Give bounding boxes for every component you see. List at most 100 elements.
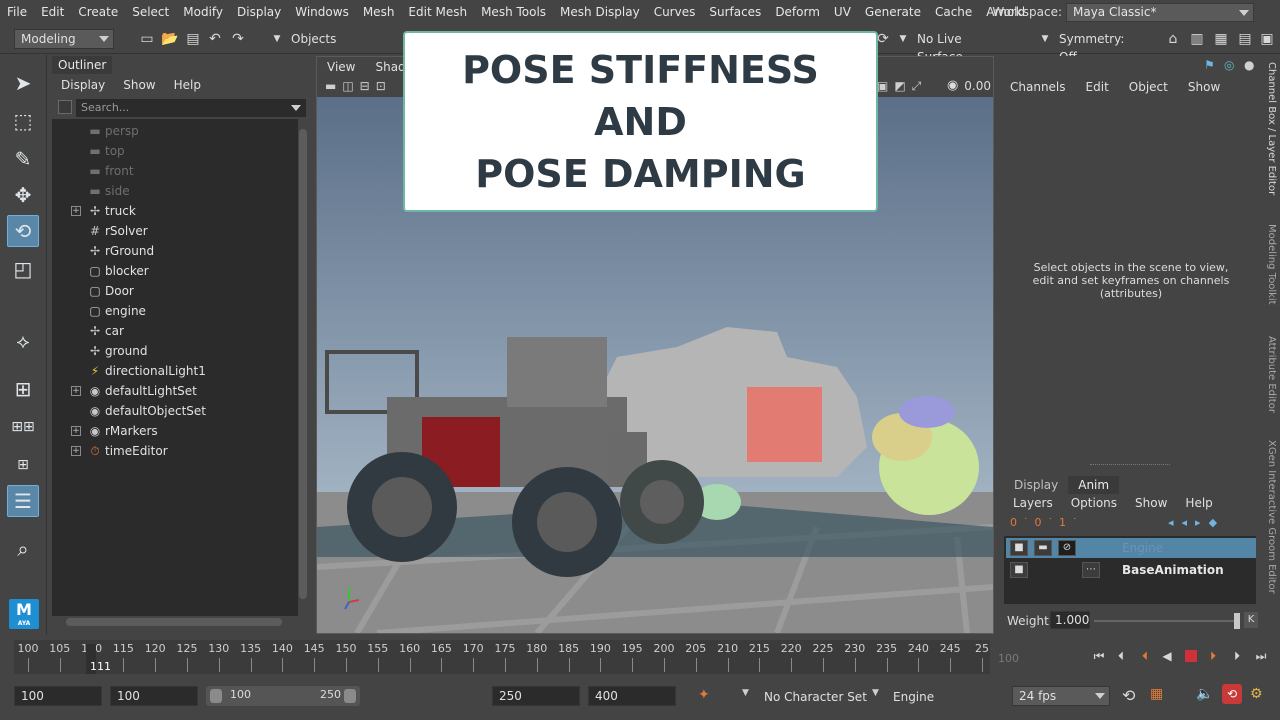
anim-layer-field[interactable]: Engine — [893, 690, 934, 704]
menu-file[interactable]: File — [0, 0, 34, 24]
menu-create[interactable]: Create — [71, 0, 125, 24]
outliner-vertical-scrollbar[interactable] — [298, 119, 308, 619]
open-scene-icon[interactable]: 📂 — [161, 30, 179, 48]
solo-icon[interactable]: ⊘ — [1058, 540, 1076, 556]
outliner-item-side[interactable]: ▬ side — [52, 181, 298, 201]
layer-row-engine[interactable]: ■ ▬ ⊘ Engine — [1006, 538, 1256, 558]
playback-start-field[interactable]: 100 — [110, 686, 198, 706]
layer-mode-icon[interactable]: ⋯ — [1082, 562, 1100, 578]
layer-move-icons[interactable]: ◂◂▸◆ — [1168, 516, 1225, 529]
viewport-menu-view[interactable]: View — [317, 57, 365, 77]
auto-key-icon[interactable]: ▦ — [1150, 686, 1163, 702]
move-tool-icon[interactable]: ✥ — [7, 179, 39, 211]
display-tools-icon[interactable]: ▣◩⤢ — [877, 79, 927, 94]
outliner-search-input[interactable]: Search... — [76, 99, 306, 117]
character-key-icon[interactable]: ✦ — [698, 687, 710, 703]
step-back-key-icon[interactable]: ⏴ — [1136, 648, 1154, 664]
search-icon[interactable]: ⌕ — [7, 533, 39, 565]
attribute-editor-icon[interactable]: ▥ — [1188, 30, 1206, 48]
cb-menu-show[interactable]: Show — [1178, 78, 1230, 96]
splitter-handle[interactable] — [1090, 464, 1170, 465]
outliner-item-ground[interactable]: ✢ ground — [52, 341, 298, 361]
animation-prefs-icon[interactable]: ⟲ — [1222, 684, 1242, 704]
outliner-layout-icon[interactable]: ☰ — [7, 485, 39, 517]
fps-dropdown[interactable]: 24 fps — [1012, 686, 1110, 706]
step-back-icon[interactable]: ⏴ — [1112, 648, 1130, 664]
weight-slider-handle[interactable] — [1234, 613, 1240, 629]
tab-display[interactable]: Display — [1004, 476, 1068, 494]
filter-icon[interactable] — [58, 100, 72, 114]
menu-generate[interactable]: Generate — [858, 0, 928, 24]
expand-icon[interactable]: + — [71, 386, 81, 396]
expand-icon[interactable]: + — [71, 446, 81, 456]
lock-icon[interactable]: ■ — [1010, 562, 1028, 578]
outliner-item-car[interactable]: ✢ car — [52, 321, 298, 341]
menu-edit-mesh[interactable]: Edit Mesh — [401, 0, 474, 24]
key-layer-icons[interactable]: 0˙0˙1˙ — [1010, 516, 1084, 529]
outliner-item-persp[interactable]: ▬ persp — [52, 121, 298, 141]
menu-mesh[interactable]: Mesh — [356, 0, 402, 24]
scrollbar-thumb[interactable] — [299, 129, 307, 599]
outliner-item-timeeditor[interactable]: + ⏱ timeEditor — [52, 441, 298, 461]
weight-key-button[interactable]: K — [1244, 612, 1258, 628]
chevron-down-icon[interactable]: ▼ — [872, 688, 879, 698]
layout-icon[interactable]: ▣ — [1258, 30, 1276, 48]
outliner-item-top[interactable]: ▬ top — [52, 141, 298, 161]
range-start-handle[interactable] — [210, 689, 222, 703]
menu-surfaces[interactable]: Surfaces — [702, 0, 768, 24]
scale-tool-icon[interactable]: ◰ — [7, 253, 39, 285]
menu-cache[interactable]: Cache — [928, 0, 979, 24]
weight-slider[interactable] — [1094, 620, 1238, 622]
menu-mesh-display[interactable]: Mesh Display — [553, 0, 647, 24]
playback-end-field[interactable]: 250 — [492, 686, 580, 706]
exposure-value[interactable]: 0.00 — [964, 79, 991, 93]
outliner-item-rmarkers[interactable]: + ◉ rMarkers — [52, 421, 298, 441]
chevron-down-icon[interactable]: ▼ — [742, 688, 749, 698]
cb-menu-edit[interactable]: Edit — [1076, 78, 1119, 96]
menu-windows[interactable]: Windows — [288, 0, 356, 24]
tool-settings-icon[interactable]: ▦ — [1212, 30, 1230, 48]
camera-tools-icon[interactable]: ▬◫⊟⊡ — [325, 79, 392, 93]
cb-menu-object[interactable]: Object — [1119, 78, 1178, 96]
menu-display[interactable]: Display — [230, 0, 288, 24]
menu-select[interactable]: Select — [125, 0, 176, 24]
le-menu-layers[interactable]: Layers — [1004, 494, 1062, 512]
redo-icon[interactable]: ↷ — [229, 30, 247, 48]
select-tool-icon[interactable]: ➤ — [7, 67, 39, 99]
outliner-tab[interactable]: Outliner — [52, 56, 112, 74]
undo-icon[interactable]: ↶ — [206, 30, 224, 48]
range-end-handle[interactable] — [344, 689, 356, 703]
settings-icon[interactable]: ● — [1244, 58, 1254, 72]
loop-icon[interactable]: ⟲ — [1122, 686, 1135, 705]
animation-start-field[interactable]: 100 — [14, 686, 102, 706]
outliner-item-defaultobjectset[interactable]: ◉ defaultObjectSet — [52, 401, 298, 421]
layer-row-baseanimation[interactable]: ■ ⋯ BaseAnimation — [1006, 560, 1256, 580]
character-set-field[interactable]: No Character Set — [764, 690, 867, 704]
help-icon[interactable]: ⚑ — [1204, 58, 1215, 72]
layout-single-icon[interactable]: ⊞ — [7, 373, 39, 405]
live-surface-field[interactable]: No Live Surface — [910, 29, 1014, 64]
le-menu-options[interactable]: Options — [1062, 494, 1126, 512]
outliner-item-front[interactable]: ▬ front — [52, 161, 298, 181]
expand-icon[interactable]: + — [71, 426, 81, 436]
lock-icon[interactable]: ■ — [1010, 540, 1028, 556]
menu-deform[interactable]: Deform — [768, 0, 827, 24]
menu-edit[interactable]: Edit — [34, 0, 71, 24]
tab-anim[interactable]: Anim — [1068, 476, 1120, 494]
current-frame-field[interactable]: 100 — [998, 652, 1019, 665]
outliner-item-engine[interactable]: ▢ engine — [52, 301, 298, 321]
last-tool-icon[interactable]: ⟡ — [7, 325, 39, 357]
scrollbar-thumb[interactable] — [66, 618, 282, 626]
selection-mode-field[interactable]: Objects — [284, 29, 376, 49]
outliner-item-defaultlightset[interactable]: + ◉ defaultLightSet — [52, 381, 298, 401]
step-forward-key-icon[interactable]: ⏵ — [1204, 648, 1222, 664]
menu-mesh-tools[interactable]: Mesh Tools — [474, 0, 553, 24]
animation-end-field[interactable]: 400 — [588, 686, 676, 706]
modeling-toolkit-icon[interactable]: ⌂ — [1164, 30, 1182, 48]
side-tab-modeling-toolkit[interactable]: Modeling Toolkit — [1266, 224, 1277, 305]
stop-icon[interactable] — [1182, 648, 1200, 664]
outliner-item-rsolver[interactable]: # rSolver — [52, 221, 298, 241]
preferences-icon[interactable]: ⚙ — [1250, 686, 1263, 702]
outliner-menu-help[interactable]: Help — [165, 76, 210, 94]
exposure-icon[interactable]: ◉ — [947, 78, 958, 93]
